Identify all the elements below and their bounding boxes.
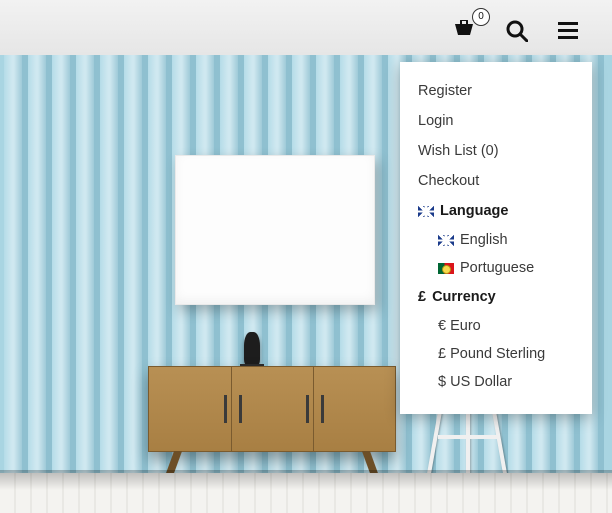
cart-button[interactable]: 0	[452, 20, 476, 42]
wall-panel	[76, 55, 94, 473]
language-label: Language	[440, 203, 508, 219]
wall-panel	[100, 55, 118, 473]
menu-item-register[interactable]: Register	[400, 76, 592, 106]
language-option-label: English	[460, 232, 508, 248]
language-option-english[interactable]: English	[400, 226, 592, 254]
wall-canvas	[175, 155, 375, 305]
pt-flag-icon	[438, 263, 454, 274]
language-option-portuguese[interactable]: Portuguese	[400, 254, 592, 282]
wall-panel	[4, 55, 22, 473]
page-background: 0 Register Login Wish List (0) Checkout …	[0, 0, 612, 513]
dropdown-menu: Register Login Wish List (0) Checkout La…	[400, 62, 592, 414]
wall-panel	[52, 55, 70, 473]
menu-section-currency: £ Currency	[400, 282, 592, 312]
wall-panel	[28, 55, 46, 473]
currency-symbol: £	[418, 289, 426, 305]
hamburger-icon	[558, 22, 578, 40]
menu-section-language: Language	[400, 196, 592, 226]
cabinet-handle	[321, 395, 324, 423]
cabinet-handle	[224, 395, 227, 423]
currency-option-gbp[interactable]: £ Pound Sterling	[400, 340, 592, 368]
menu-item-wishlist[interactable]: Wish List (0)	[400, 136, 592, 166]
uk-flag-icon	[418, 206, 434, 217]
menu-item-login[interactable]: Login	[400, 106, 592, 136]
cabinet	[148, 366, 396, 452]
decor-statue	[244, 332, 260, 366]
cabinet-handle	[239, 395, 242, 423]
cart-icon	[452, 20, 476, 42]
search-button[interactable]	[506, 20, 528, 42]
top-bar: 0	[452, 20, 578, 42]
cabinet-handle	[306, 395, 309, 423]
wall-panel	[124, 55, 142, 473]
uk-flag-icon	[438, 235, 454, 246]
language-option-label: Portuguese	[460, 260, 534, 276]
easel-bar	[438, 435, 500, 439]
menu-item-checkout[interactable]: Checkout	[400, 166, 592, 196]
menu-toggle-button[interactable]	[558, 22, 578, 40]
search-icon	[506, 20, 528, 42]
cart-count-badge: 0	[472, 8, 490, 26]
currency-option-euro[interactable]: € Euro	[400, 312, 592, 340]
floor-shadow	[0, 470, 612, 490]
currency-option-usd[interactable]: $ US Dollar	[400, 368, 592, 396]
currency-label: Currency	[432, 289, 496, 305]
wall-joint	[598, 55, 604, 473]
